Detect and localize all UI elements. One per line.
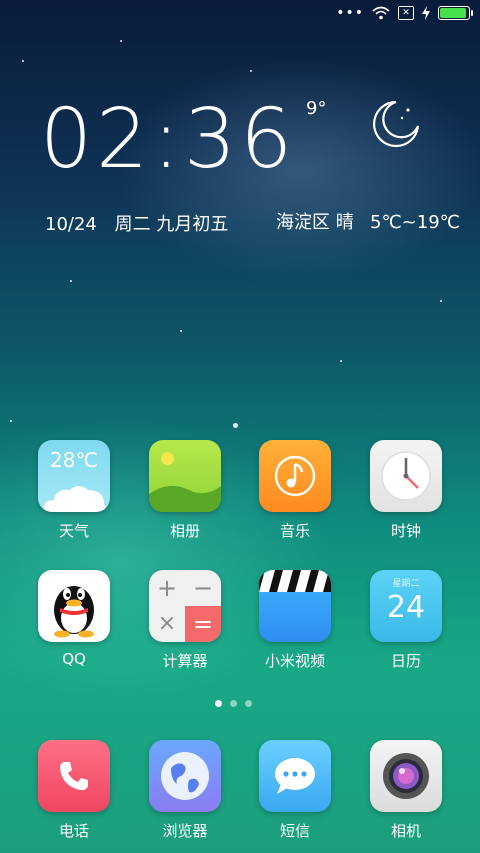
dock-phone[interactable]: 电话: [19, 740, 129, 841]
app-label: 天气: [58, 522, 89, 540]
clock-icon: [370, 440, 442, 512]
more-dots: •••: [336, 5, 364, 21]
app-label: 日历: [390, 652, 421, 670]
page-dot[interactable]: [215, 700, 222, 707]
weather-icon: 28℃: [38, 440, 110, 512]
charging-icon: [422, 6, 430, 20]
app-music[interactable]: 音乐: [240, 440, 350, 541]
app-label: QQ: [62, 650, 86, 668]
app-label: 时钟: [390, 522, 421, 540]
star: [22, 60, 24, 62]
app-label: 相机: [390, 822, 421, 840]
star: [440, 300, 442, 302]
app-weather[interactable]: 28℃ 天气: [19, 440, 129, 541]
star: [10, 420, 12, 422]
battery-icon: [438, 6, 473, 20]
star: [250, 70, 252, 72]
weekday-lunar: 周二 九月初五: [114, 214, 229, 235]
battery-level: [440, 8, 466, 18]
calculator-icon: + − × =: [149, 570, 221, 642]
star: [233, 423, 238, 428]
no-sim-icon: ✕: [398, 6, 414, 20]
calendar-weekday: 星期二: [392, 579, 420, 589]
temperature-range: 5℃~19℃: [370, 212, 460, 233]
dock-browser[interactable]: 浏览器: [130, 740, 240, 841]
camera-icon: [370, 740, 442, 812]
date: 10/24: [45, 214, 97, 235]
app-label: 音乐: [279, 522, 310, 540]
browser-icon: [149, 740, 221, 812]
app-label: 小米视频: [264, 652, 325, 670]
app-calculator[interactable]: + − × = 计算器: [130, 570, 240, 671]
app-gallery[interactable]: 相册: [130, 440, 240, 541]
video-icon: [259, 570, 331, 642]
app-video[interactable]: 小米视频: [240, 570, 350, 671]
sms-icon: [259, 740, 331, 812]
calendar-day: 24: [386, 590, 426, 625]
app-label: 相册: [169, 522, 200, 540]
page-indicator[interactable]: [215, 700, 252, 707]
music-icon: [259, 440, 331, 512]
page-dot[interactable]: [245, 700, 252, 707]
app-qq[interactable]: QQ: [19, 570, 129, 668]
wifi-icon: [372, 6, 390, 20]
status-bar: ••• ✕: [336, 4, 473, 22]
qq-penguin-icon: [38, 570, 110, 642]
page-dot[interactable]: [230, 700, 237, 707]
gallery-icon: [149, 440, 221, 512]
dock-camera[interactable]: 相机: [351, 740, 461, 841]
phone-icon: [38, 740, 110, 812]
app-label: 浏览器: [162, 822, 208, 840]
calendar-icon: 星期二 24: [370, 570, 442, 642]
date-line: 10/24 周二 九月初五: [45, 210, 228, 236]
clock-time[interactable]: 02:36: [40, 92, 296, 187]
moon-icon: [373, 100, 420, 148]
star: [180, 330, 182, 332]
dock-sms[interactable]: 短信: [240, 740, 350, 841]
app-label: 计算器: [162, 652, 208, 670]
app-label: 电话: [58, 822, 89, 840]
app-label: 短信: [279, 822, 310, 840]
location-weather[interactable]: 海淀区 晴: [276, 208, 354, 234]
app-clock[interactable]: 时钟: [351, 440, 461, 541]
star: [340, 360, 342, 362]
star: [70, 280, 72, 282]
weather-temp: 28℃: [50, 448, 98, 472]
app-calendar[interactable]: 星期二 24 日历: [351, 570, 461, 671]
current-temperature: 9°: [306, 98, 327, 119]
star: [120, 40, 122, 42]
